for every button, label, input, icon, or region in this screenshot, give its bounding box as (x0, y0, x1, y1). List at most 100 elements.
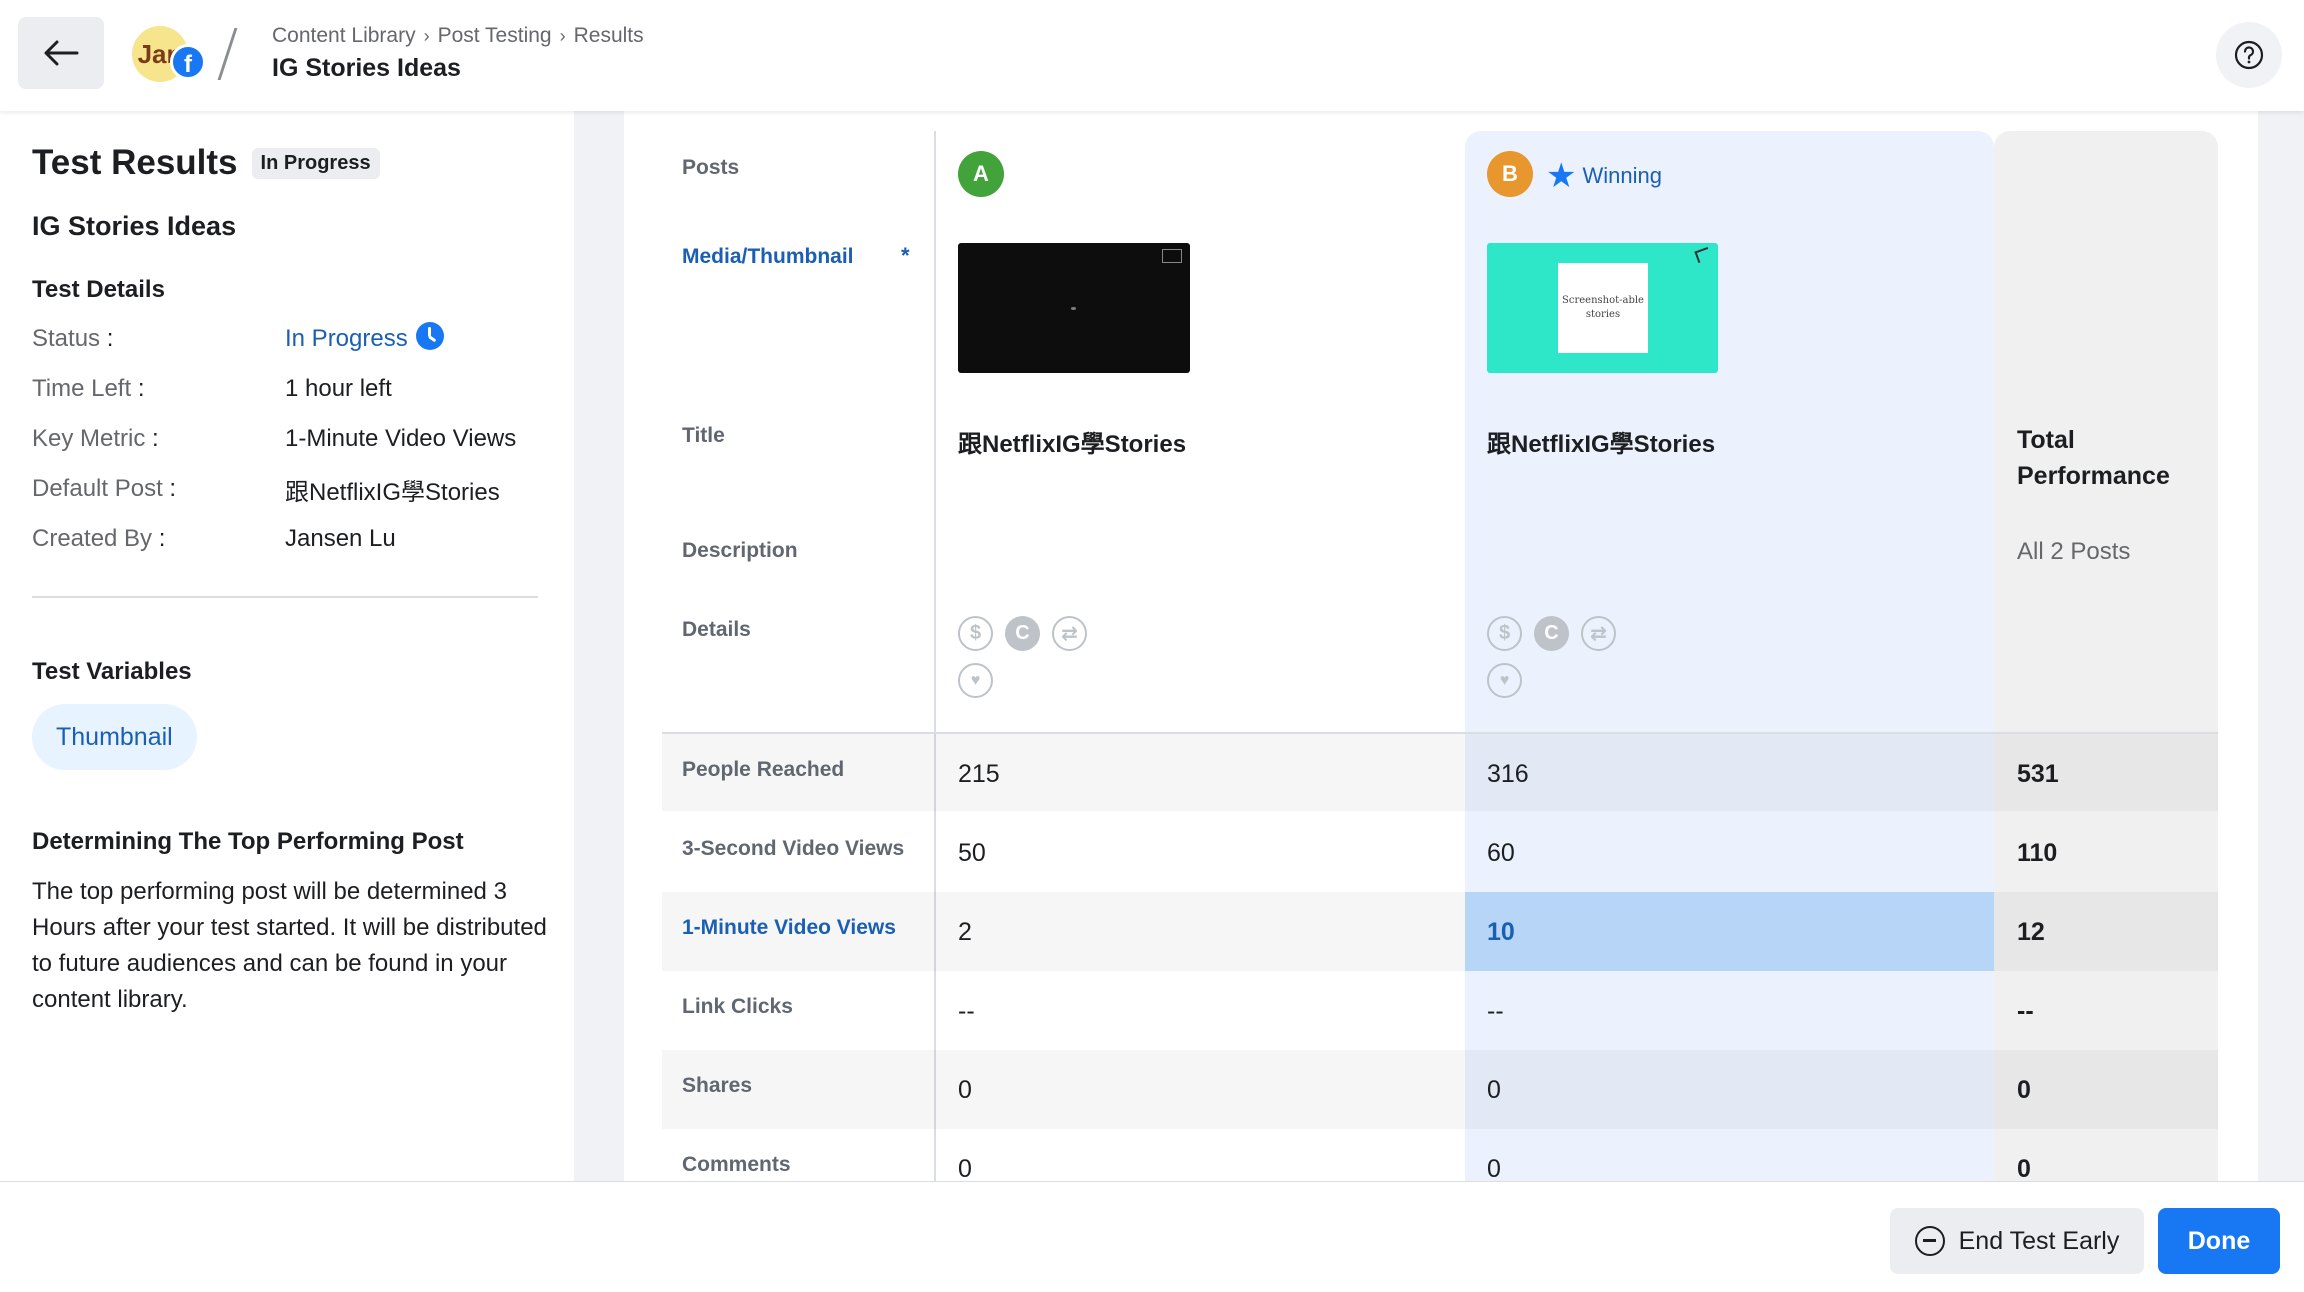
post-b-value: 0 (1487, 1076, 1501, 1104)
post-b-value: 0 (1487, 1155, 1501, 1181)
metric-label: 3-Second Video Views (682, 837, 905, 860)
done-button[interactable]: Done (2158, 1208, 2280, 1274)
post-a-value: 50 (958, 839, 986, 867)
post-a-title: 跟NetflixIG學Stories (958, 431, 1187, 458)
post-a-value: 0 (958, 1155, 972, 1181)
detail-label: Status (32, 325, 101, 352)
post-a-value: 2 (958, 918, 972, 946)
share-arrows-icon: ⇄ (1052, 616, 1087, 651)
variable-pill-thumbnail[interactable]: Thumbnail (32, 704, 197, 770)
post-b-thumbnail[interactable]: Screenshot-able stories (1487, 243, 1718, 373)
test-results-panel: Test Results In Progress IG Stories Idea… (0, 111, 574, 1181)
total-value: 0 (2017, 1155, 2031, 1181)
breadcrumb-results: Results (573, 24, 644, 47)
page-title: IG Stories Ideas (272, 54, 461, 82)
total-value: 110 (2017, 839, 2058, 867)
detail-value: 1 hour left (285, 375, 392, 402)
page-avatar[interactable]: Jan f (132, 22, 208, 86)
post-b-value: -- (1487, 997, 1504, 1025)
thumbnail-text: Screenshot-able stories (1558, 263, 1648, 353)
detail-label: Default Post (32, 475, 163, 502)
test-results-title: Test Results (32, 143, 238, 182)
total-value: 0 (2017, 1076, 2031, 1104)
row-label-description: Description (682, 539, 798, 562)
chevron-right-icon: › (559, 25, 566, 46)
section-divider (32, 596, 538, 598)
total-performance-title: Total Performance (2017, 426, 2170, 490)
copyright-icon: C (1005, 616, 1040, 651)
test-variables-heading: Test Variables (32, 658, 192, 685)
post-a-value: 0 (958, 1076, 972, 1104)
back-button[interactable] (18, 17, 104, 89)
detail-row-created-by: Created By : Jansen Lu (32, 525, 396, 552)
arrow-left-icon (44, 40, 79, 66)
breadcrumb-content-library[interactable]: Content Library (272, 24, 416, 48)
chevron-right-icon: › (423, 25, 430, 46)
row-label-details: Details (682, 618, 751, 641)
detail-row-time-left: Time Left : 1 hour left (32, 375, 392, 402)
metric-label: Comments (682, 1153, 791, 1176)
detail-label: Time Left (32, 375, 132, 402)
question-mark-icon (2234, 40, 2264, 70)
minus-circle-icon (1914, 1226, 1945, 1256)
winning-label: Winning (1582, 163, 1662, 188)
clock-icon (415, 322, 444, 350)
status-badge: In Progress (251, 147, 380, 179)
determining-description: The top performing post will be determin… (32, 878, 547, 1013)
table-row-key-metric: 1-Minute Video Views 2 10 12 (662, 892, 2218, 971)
header-divider (217, 28, 238, 80)
determining-heading: Determining The Top Performing Post (32, 828, 464, 855)
top-header: Jan f Content Library › Post Testing › R… (0, 0, 2304, 111)
total-value: 531 (2017, 760, 2059, 788)
detail-value: Jansen Lu (285, 525, 396, 552)
detail-value: In Progress (285, 325, 408, 352)
heart-icon: ♥ (1487, 663, 1522, 698)
end-test-early-button[interactable]: End Test Early (1890, 1208, 2144, 1274)
thumbnail-content (1071, 307, 1076, 310)
post-b-value: 316 (1487, 760, 1529, 788)
post-a-thumbnail[interactable] (958, 243, 1190, 373)
metric-label: Link Clicks (682, 995, 793, 1018)
share-arrows-icon: ⇄ (1581, 616, 1616, 651)
total-performance-subtitle: All 2 Posts (2017, 538, 2131, 565)
thumbnail-overlay-icon (1694, 246, 1712, 264)
detail-value: 跟NetflixIG學Stories (285, 478, 500, 506)
total-value: -- (2017, 997, 2034, 1025)
table-row: People Reached 215 316 531 (662, 732, 2218, 811)
metric-label: Shares (682, 1074, 753, 1097)
metric-label: 1-Minute Video Views (682, 916, 896, 939)
row-label-title: Title (682, 424, 725, 447)
comparison-table: Posts Media/Thumbnail * Title Descriptio… (624, 111, 2258, 1181)
detail-row-status: Status : In Progress (32, 322, 538, 354)
breadcrumb-post-testing[interactable]: Post Testing (438, 24, 552, 48)
post-b-badge: B (1487, 151, 1533, 197)
test-details-heading: Test Details (32, 276, 165, 303)
post-b-title: 跟NetflixIG學Stories (1487, 431, 1716, 458)
detail-row-key-metric: Key Metric : 1-Minute Video Views (32, 425, 517, 452)
post-a-value: 215 (958, 760, 1000, 788)
table-row: Shares 0 0 0 (662, 1050, 2218, 1129)
detail-label: Key Metric (32, 425, 146, 452)
footer-bar: End Test Early Done (0, 1181, 2304, 1292)
metric-label: People Reached (682, 758, 845, 781)
winning-indicator: ★ Winning (1546, 159, 1662, 193)
facebook-icon: f (170, 44, 206, 80)
detail-row-default-post: Default Post : 跟NetflixIG學Stories (32, 474, 538, 506)
post-a-value: -- (958, 997, 975, 1025)
post-b-value: 60 (1487, 839, 1515, 867)
dollar-icon: $ (1487, 616, 1522, 651)
help-button[interactable] (2216, 22, 2282, 88)
copyright-icon: C (1534, 616, 1569, 651)
star-icon: ★ (1546, 157, 1577, 195)
row-label-media: Media/Thumbnail (682, 245, 854, 268)
post-b-value: 10 (1487, 918, 1515, 946)
breadcrumb: Content Library › Post Testing › Results (272, 24, 644, 48)
dollar-icon: $ (958, 616, 993, 651)
detail-value: 1-Minute Video Views (285, 425, 517, 452)
table-row: Comments 0 0 0 (662, 1129, 2218, 1181)
total-value: 12 (2017, 918, 2045, 946)
required-mark: * (901, 243, 910, 268)
heart-icon: ♥ (958, 663, 993, 698)
end-test-early-label: End Test Early (1958, 1226, 2120, 1255)
row-label-posts: Posts (682, 156, 740, 179)
